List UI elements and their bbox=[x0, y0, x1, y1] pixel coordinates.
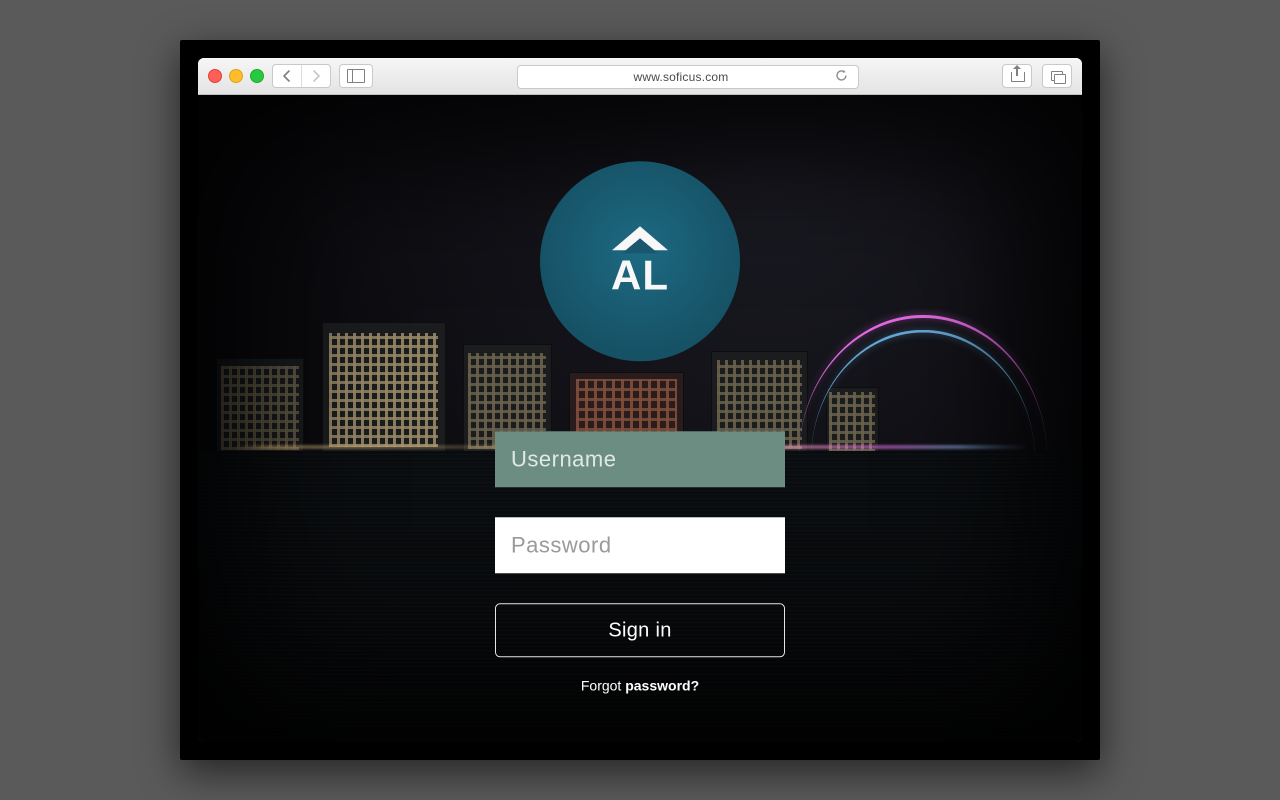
login-panel: AL Sign in Forgot password? bbox=[490, 161, 790, 693]
zoom-window-button[interactable] bbox=[250, 69, 264, 83]
chevron-left-icon bbox=[282, 70, 292, 82]
password-input[interactable] bbox=[495, 517, 785, 573]
back-button[interactable] bbox=[273, 65, 301, 87]
brand-logo: AL bbox=[540, 161, 740, 361]
address-bar[interactable]: www.soficus.com bbox=[517, 65, 859, 89]
close-window-button[interactable] bbox=[208, 69, 222, 83]
sidebar-icon bbox=[347, 69, 365, 83]
share-button[interactable] bbox=[1002, 64, 1032, 88]
show-tabs-button[interactable] bbox=[1042, 64, 1072, 88]
brand-logo-text: AL bbox=[611, 254, 669, 296]
browser-toolbar: www.soficus.com bbox=[198, 58, 1082, 95]
tabs-icon bbox=[1051, 71, 1064, 82]
reload-button[interactable] bbox=[835, 69, 848, 85]
forgot-password-link[interactable]: Forgot password? bbox=[581, 677, 699, 693]
share-icon bbox=[1011, 70, 1023, 82]
chevron-up-icon bbox=[612, 226, 668, 250]
browser-window: www.soficus.com bbox=[198, 58, 1082, 742]
address-bar-container: www.soficus.com bbox=[411, 65, 964, 87]
sign-in-button[interactable]: Sign in bbox=[495, 603, 785, 657]
nav-button-group bbox=[272, 64, 331, 88]
background-bridge bbox=[799, 315, 1047, 458]
reload-icon bbox=[835, 69, 848, 82]
window-controls bbox=[208, 69, 264, 83]
chevron-right-icon bbox=[311, 70, 321, 82]
forgot-password-bold: password? bbox=[625, 677, 699, 693]
address-bar-url: www.soficus.com bbox=[528, 70, 835, 84]
toggle-sidebar-button[interactable] bbox=[339, 64, 373, 88]
forgot-password-prefix: Forgot bbox=[581, 677, 625, 693]
forward-button[interactable] bbox=[301, 65, 330, 87]
username-input[interactable] bbox=[495, 431, 785, 487]
minimize-window-button[interactable] bbox=[229, 69, 243, 83]
page-viewport: AL Sign in Forgot password? bbox=[198, 95, 1082, 742]
toolbar-right bbox=[1002, 64, 1072, 88]
